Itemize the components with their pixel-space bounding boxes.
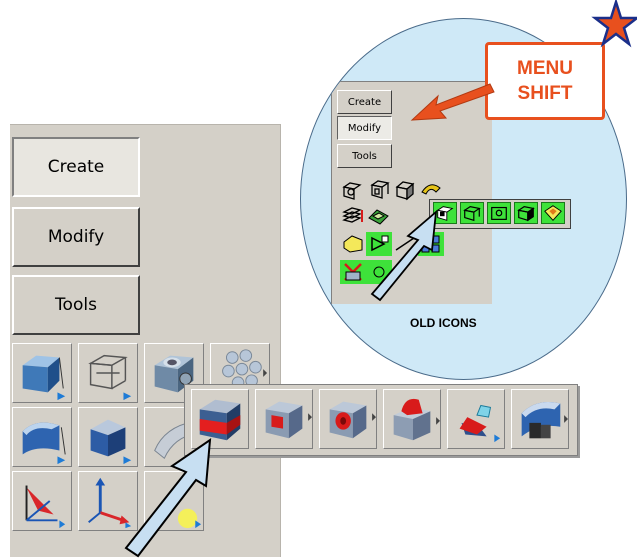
new-pointer-arrow-icon: [124, 437, 212, 558]
annotation-overlay: [124, 0, 637, 558]
menu-shift-arrow-icon: [410, 83, 495, 121]
star-icon: [591, 0, 637, 48]
old-pointer-arrow-icon: [370, 209, 438, 302]
